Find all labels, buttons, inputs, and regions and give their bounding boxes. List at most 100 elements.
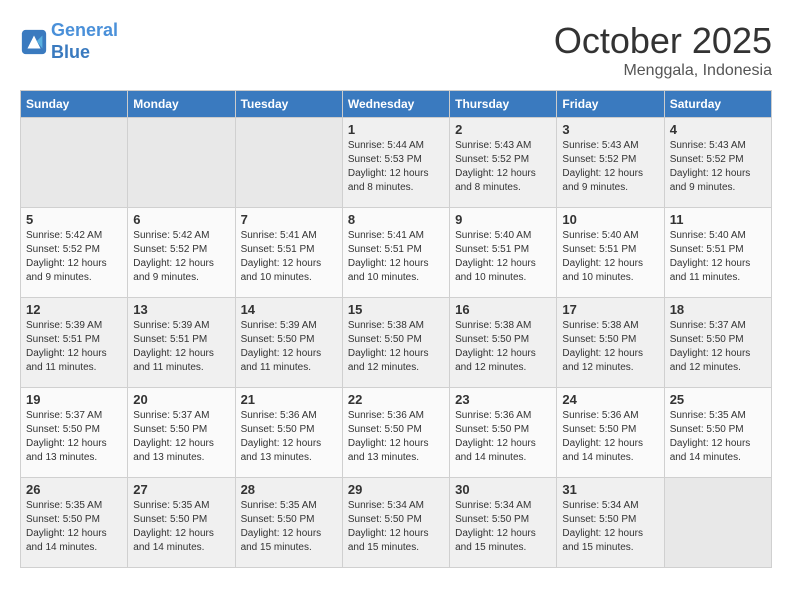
table-row: 15 Sunrise: 5:38 AM Sunset: 5:50 PM Dayli… (342, 298, 449, 388)
day-info: Sunrise: 5:34 AM Sunset: 5:50 PM Dayligh… (562, 499, 658, 555)
table-row: 1 Sunrise: 5:44 AM Sunset: 5:53 PM Daylig… (342, 118, 449, 208)
day-info: Sunrise: 5:40 AM Sunset: 5:51 PM Dayligh… (562, 229, 658, 285)
day-info: Sunrise: 5:38 AM Sunset: 5:50 PM Dayligh… (562, 319, 658, 375)
table-row (21, 118, 128, 208)
table-row: 25 Sunrise: 5:35 AM Sunset: 5:50 PM Dayli… (664, 388, 771, 478)
day-info: Sunrise: 5:39 AM Sunset: 5:50 PM Dayligh… (241, 319, 337, 375)
day-info: Sunrise: 5:41 AM Sunset: 5:51 PM Dayligh… (241, 229, 337, 285)
table-row: 18Sunrise: 5:37 AM Sunset: 5:50 PM Dayli… (664, 298, 771, 388)
day-number: 17 (562, 302, 658, 317)
table-row: 14 Sunrise: 5:39 AM Sunset: 5:50 PM Dayli… (235, 298, 342, 388)
table-row: 13Sunrise: 5:39 AM Sunset: 5:51 PM Dayli… (128, 298, 235, 388)
day-number: 16 (455, 302, 551, 317)
table-row: 8 Sunrise: 5:41 AM Sunset: 5:51 PM Daylig… (342, 208, 449, 298)
day-number: 24 (562, 392, 658, 407)
table-row: 29 Sunrise: 5:34 AM Sunset: 5:50 PM Dayli… (342, 478, 449, 568)
table-row: 17 Sunrise: 5:38 AM Sunset: 5:50 PM Dayli… (557, 298, 664, 388)
day-number: 6 (133, 212, 229, 227)
table-row: 4 Sunrise: 5:43 AM Sunset: 5:52 PM Daylig… (664, 118, 771, 208)
day-info: Sunrise: 5:35 AM Sunset: 5:50 PM Dayligh… (241, 499, 337, 555)
day-info: Sunrise: 5:43 AM Sunset: 5:52 PM Dayligh… (455, 139, 551, 195)
logo: General Blue (20, 20, 118, 63)
day-info: Sunrise: 5:39 AM Sunset: 5:51 PM Dayligh… (26, 319, 122, 375)
table-row (235, 118, 342, 208)
day-info: Sunrise: 5:34 AM Sunset: 5:50 PM Dayligh… (455, 499, 551, 555)
table-row: 23 Sunrise: 5:36 AM Sunset: 5:50 PM Dayli… (450, 388, 557, 478)
day-info: Sunrise: 5:36 AM Sunset: 5:50 PM Dayligh… (455, 409, 551, 465)
day-info: Sunrise: 5:44 AM Sunset: 5:53 PM Dayligh… (348, 139, 444, 195)
day-info: Sunrise: 5:40 AM Sunset: 5:51 PM Dayligh… (670, 229, 766, 285)
calendar-row: 5Sunrise: 5:42 AM Sunset: 5:52 PM Daylig… (21, 208, 772, 298)
day-info: Sunrise: 5:37 AM Sunset: 5:50 PM Dayligh… (26, 409, 122, 465)
logo-line2: Blue (51, 42, 90, 62)
col-saturday: Saturday (664, 91, 771, 118)
logo-icon (20, 28, 48, 56)
day-info: Sunrise: 5:36 AM Sunset: 5:50 PM Dayligh… (562, 409, 658, 465)
day-number: 23 (455, 392, 551, 407)
day-number: 8 (348, 212, 444, 227)
day-number: 27 (133, 482, 229, 497)
day-number: 7 (241, 212, 337, 227)
day-number: 1 (348, 122, 444, 137)
col-friday: Friday (557, 91, 664, 118)
day-number: 10 (562, 212, 658, 227)
table-row: 3 Sunrise: 5:43 AM Sunset: 5:52 PM Daylig… (557, 118, 664, 208)
day-info: Sunrise: 5:37 AM Sunset: 5:50 PM Dayligh… (133, 409, 229, 465)
page-header: General Blue October 2025 Menggala, Indo… (20, 20, 772, 80)
day-info: Sunrise: 5:38 AM Sunset: 5:50 PM Dayligh… (348, 319, 444, 375)
table-row (128, 118, 235, 208)
day-number: 21 (241, 392, 337, 407)
table-row: 26Sunrise: 5:35 AM Sunset: 5:50 PM Dayli… (21, 478, 128, 568)
day-info: Sunrise: 5:38 AM Sunset: 5:50 PM Dayligh… (455, 319, 551, 375)
day-info: Sunrise: 5:43 AM Sunset: 5:52 PM Dayligh… (562, 139, 658, 195)
table-row: 11 Sunrise: 5:40 AM Sunset: 5:51 PM Dayli… (664, 208, 771, 298)
day-info: Sunrise: 5:34 AM Sunset: 5:50 PM Dayligh… (348, 499, 444, 555)
col-thursday: Thursday (450, 91, 557, 118)
col-sunday: Sunday (21, 91, 128, 118)
col-wednesday: Wednesday (342, 91, 449, 118)
calendar-header: Sunday Monday Tuesday Wednesday Thursday… (21, 91, 772, 118)
table-row: 20 Sunrise: 5:37 AM Sunset: 5:50 PM Dayli… (128, 388, 235, 478)
calendar-table: Sunday Monday Tuesday Wednesday Thursday… (20, 90, 772, 568)
calendar-row: 26Sunrise: 5:35 AM Sunset: 5:50 PM Dayli… (21, 478, 772, 568)
day-number: 4 (670, 122, 766, 137)
day-number: 14 (241, 302, 337, 317)
title-block: October 2025 Menggala, Indonesia (554, 20, 772, 80)
day-number: 28 (241, 482, 337, 497)
day-info: Sunrise: 5:35 AM Sunset: 5:50 PM Dayligh… (670, 409, 766, 465)
day-number: 29 (348, 482, 444, 497)
day-info: Sunrise: 5:35 AM Sunset: 5:50 PM Dayligh… (26, 499, 122, 555)
day-number: 11 (670, 212, 766, 227)
day-info: Sunrise: 5:40 AM Sunset: 5:51 PM Dayligh… (455, 229, 551, 285)
day-number: 20 (133, 392, 229, 407)
day-number: 15 (348, 302, 444, 317)
logo-text: General Blue (51, 20, 118, 63)
day-number: 22 (348, 392, 444, 407)
day-info: Sunrise: 5:39 AM Sunset: 5:51 PM Dayligh… (133, 319, 229, 375)
day-info: Sunrise: 5:35 AM Sunset: 5:50 PM Dayligh… (133, 499, 229, 555)
table-row: 31 Sunrise: 5:34 AM Sunset: 5:50 PM Dayli… (557, 478, 664, 568)
day-number: 19 (26, 392, 122, 407)
col-monday: Monday (128, 91, 235, 118)
table-row: 9 Sunrise: 5:40 AM Sunset: 5:51 PM Daylig… (450, 208, 557, 298)
day-number: 9 (455, 212, 551, 227)
day-number: 25 (670, 392, 766, 407)
day-number: 3 (562, 122, 658, 137)
calendar-row: 1 Sunrise: 5:44 AM Sunset: 5:53 PM Daylig… (21, 118, 772, 208)
day-info: Sunrise: 5:36 AM Sunset: 5:50 PM Dayligh… (241, 409, 337, 465)
table-row: 30Sunrise: 5:34 AM Sunset: 5:50 PM Dayli… (450, 478, 557, 568)
table-row: 24 Sunrise: 5:36 AM Sunset: 5:50 PM Dayli… (557, 388, 664, 478)
calendar-body: 1 Sunrise: 5:44 AM Sunset: 5:53 PM Daylig… (21, 118, 772, 568)
header-row: Sunday Monday Tuesday Wednesday Thursday… (21, 91, 772, 118)
day-info: Sunrise: 5:41 AM Sunset: 5:51 PM Dayligh… (348, 229, 444, 285)
table-row: 27 Sunrise: 5:35 AM Sunset: 5:50 PM Dayli… (128, 478, 235, 568)
table-row: 5Sunrise: 5:42 AM Sunset: 5:52 PM Daylig… (21, 208, 128, 298)
logo-line1: General (51, 20, 118, 40)
calendar-row: 12Sunrise: 5:39 AM Sunset: 5:51 PM Dayli… (21, 298, 772, 388)
location: Menggala, Indonesia (554, 62, 772, 80)
day-number: 31 (562, 482, 658, 497)
day-info: Sunrise: 5:43 AM Sunset: 5:52 PM Dayligh… (670, 139, 766, 195)
table-row: 6Sunrise: 5:42 AM Sunset: 5:52 PM Daylig… (128, 208, 235, 298)
month-title: October 2025 (554, 20, 772, 62)
table-row: 22Sunrise: 5:36 AM Sunset: 5:50 PM Dayli… (342, 388, 449, 478)
